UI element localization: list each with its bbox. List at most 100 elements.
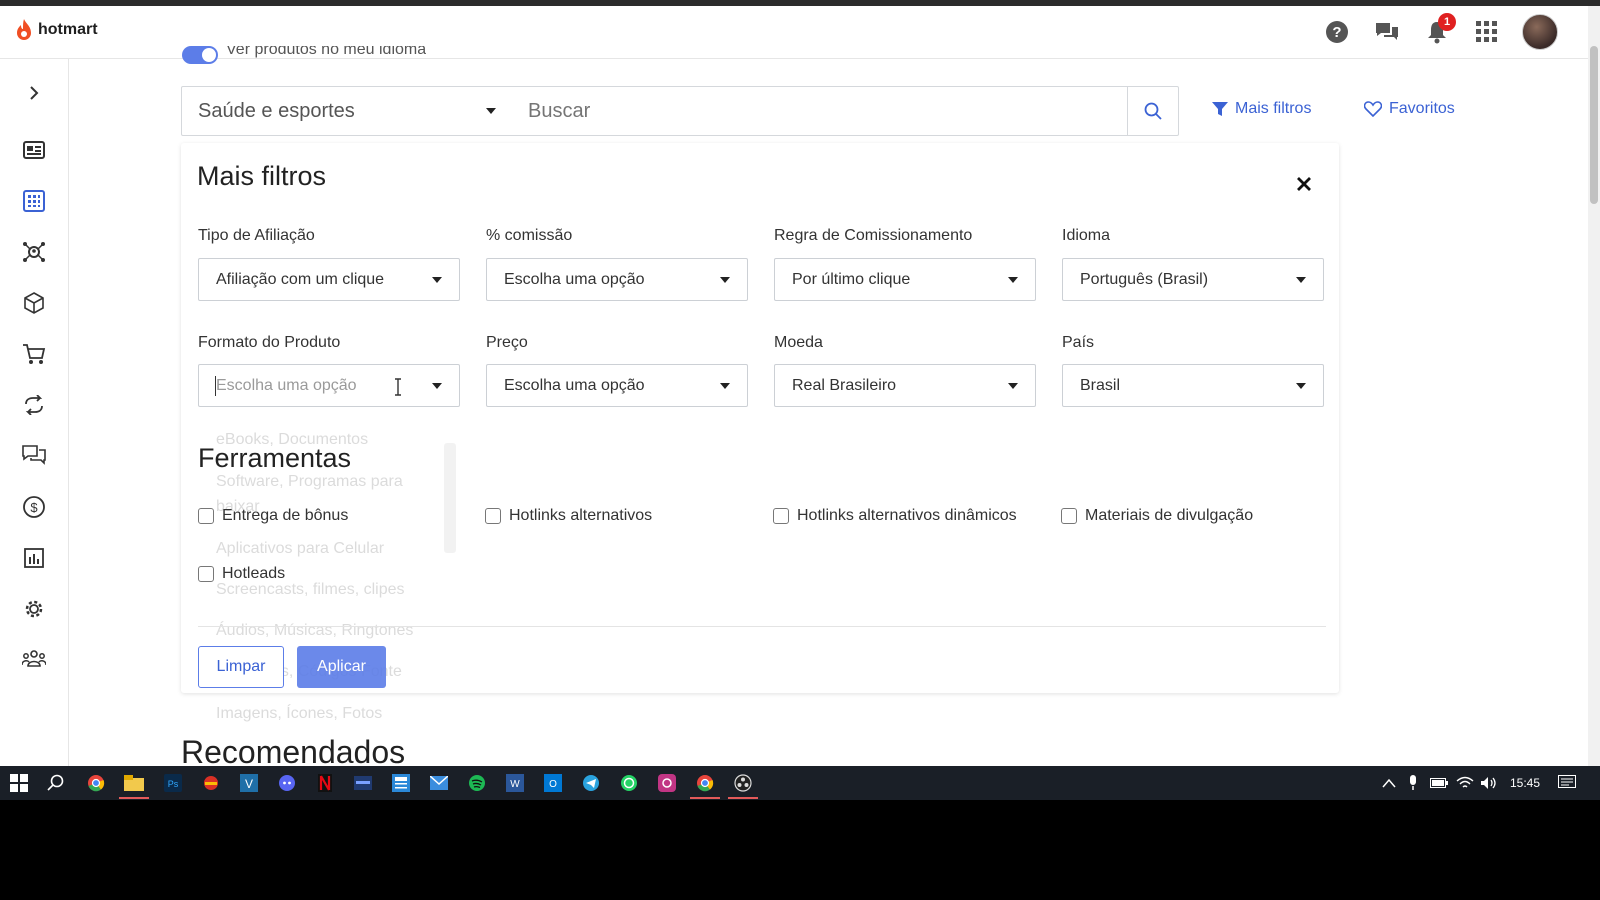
checkbox-label: Materiais de divulgação	[1085, 507, 1254, 524]
hotmart-logo[interactable]: hotmart	[14, 18, 98, 42]
volume-icon[interactable]	[1478, 772, 1500, 794]
shopping-cart-icon[interactable]	[20, 340, 48, 368]
chat-icon[interactable]	[1372, 16, 1402, 48]
tool-bonus-delivery[interactable]: Entrega de bônus	[198, 507, 348, 525]
obs-icon[interactable]	[732, 772, 754, 794]
reports-chart-icon[interactable]	[20, 544, 48, 572]
country-select[interactable]: Brasil	[1062, 364, 1324, 407]
products-box-icon[interactable]	[20, 289, 48, 317]
product-format-select[interactable]: Escolha uma opção	[198, 364, 460, 407]
calculator-icon[interactable]	[390, 772, 412, 794]
favorites-label: Favoritos	[1389, 100, 1455, 117]
svg-text:?: ?	[1332, 24, 1341, 41]
help-icon[interactable]: ?	[1322, 16, 1352, 48]
app-icon[interactable]	[352, 772, 374, 794]
checkbox-label: Hotlinks alternativos	[509, 507, 653, 524]
tool-promo-materials[interactable]: Materiais de divulgação	[1061, 507, 1253, 525]
team-users-icon[interactable]	[20, 645, 48, 673]
tool-alt-hotlinks[interactable]: Hotlinks alternativos	[485, 507, 652, 525]
notifications-bell-icon[interactable]: 1	[1422, 13, 1456, 48]
field-label-product-format: Formato do Produto	[198, 334, 341, 351]
instagram-icon[interactable]	[656, 772, 678, 794]
user-avatar[interactable]	[1522, 14, 1558, 50]
subscriptions-cycle-icon[interactable]	[20, 391, 48, 419]
tool-hotleads[interactable]: Hotleads	[198, 565, 285, 583]
currency-select[interactable]: Real Brasileiro	[774, 364, 1036, 407]
app-icon[interactable]	[200, 772, 222, 794]
search-input[interactable]	[512, 87, 1127, 135]
field-label-commission: % comissão	[486, 227, 573, 244]
checkbox[interactable]	[1061, 508, 1077, 524]
favorites-link[interactable]: Favoritos	[1364, 100, 1455, 118]
filter-funnel-icon	[1212, 102, 1228, 116]
search-button[interactable]	[1127, 87, 1178, 135]
page-scrollbar[interactable]	[1588, 6, 1600, 766]
notifications-center-icon[interactable]	[1556, 772, 1578, 794]
field-label-country: País	[1062, 334, 1095, 351]
messages-icon[interactable]	[20, 442, 48, 470]
expand-sidebar-chevron-icon[interactable]	[20, 79, 48, 107]
dashboard-icon[interactable]	[20, 136, 48, 164]
svg-text:Ps: Ps	[168, 779, 179, 789]
clock-time[interactable]: 15:45	[1510, 776, 1540, 790]
price-select[interactable]: Escolha uma opção	[486, 364, 748, 407]
app-v-icon[interactable]: V	[238, 772, 260, 794]
checkbox[interactable]	[198, 566, 214, 582]
checkbox[interactable]	[198, 508, 214, 524]
whatsapp-icon[interactable]	[618, 772, 640, 794]
panel-divider	[198, 626, 1326, 627]
category-select[interactable]: Saúde e esportes	[182, 87, 512, 135]
outlook-icon[interactable]: O	[542, 772, 564, 794]
wifi-icon[interactable]	[1454, 772, 1476, 794]
chrome-active-icon[interactable]	[694, 772, 716, 794]
commission-select[interactable]: Escolha uma opção	[486, 258, 748, 301]
svg-text:O: O	[549, 779, 557, 790]
netflix-icon[interactable]	[314, 772, 336, 794]
tool-dynamic-hotlinks[interactable]: Hotlinks alternativos dinâmicos	[773, 507, 1017, 525]
affiliation-type-select[interactable]: Afiliação com um clique	[198, 258, 460, 301]
settings-gear-icon[interactable]	[20, 595, 48, 623]
checkbox[interactable]	[773, 508, 789, 524]
more-filters-label: Mais filtros	[1235, 100, 1312, 117]
affiliates-network-icon[interactable]	[20, 238, 48, 266]
windows-start-icon[interactable]	[8, 772, 30, 794]
flame-icon	[17, 19, 31, 40]
category-select-value: Saúde e esportes	[198, 99, 355, 122]
dropdown-option[interactable]: Imagens, Ícones, Fotos	[216, 701, 431, 726]
telegram-icon[interactable]	[580, 772, 602, 794]
more-filters-link[interactable]: Mais filtros	[1212, 100, 1311, 118]
apps-grid-icon[interactable]	[1472, 16, 1502, 48]
commission-rule-select[interactable]: Por último clique	[774, 258, 1036, 301]
notification-badge: 1	[1438, 13, 1456, 31]
taskbar-search-icon[interactable]	[45, 772, 67, 794]
photoshop-icon[interactable]: Ps	[162, 772, 184, 794]
apply-button[interactable]: Aplicar	[297, 646, 386, 688]
language-select[interactable]: Português (Brasil)	[1062, 258, 1324, 301]
caret-down-icon	[432, 276, 442, 283]
page-scrollbar-thumb[interactable]	[1590, 46, 1598, 204]
microphone-icon[interactable]	[1402, 772, 1424, 794]
file-explorer-icon[interactable]	[123, 772, 145, 794]
checkbox-label: Hotlinks alternativos dinâmicos	[797, 507, 1017, 524]
svg-text:V: V	[245, 777, 253, 791]
tray-chevron-up-icon[interactable]	[1378, 772, 1400, 794]
caret-down-icon	[432, 382, 442, 389]
word-icon[interactable]: W	[504, 772, 526, 794]
logo-text: hotmart	[38, 21, 98, 38]
chrome-icon[interactable]	[85, 772, 107, 794]
spotify-icon[interactable]	[466, 772, 488, 794]
language-toggle[interactable]	[182, 46, 218, 64]
discord-icon[interactable]	[276, 772, 298, 794]
checkbox[interactable]	[485, 508, 501, 524]
battery-icon[interactable]	[1428, 772, 1450, 794]
active-app-indicator	[690, 797, 720, 799]
caret-down-icon	[1296, 382, 1306, 389]
commission-rule-value: Por último clique	[792, 270, 911, 288]
marketplace-grid-icon[interactable]	[20, 187, 48, 215]
svg-text:$: $	[30, 500, 38, 515]
checkbox-label: Entrega de bônus	[222, 507, 349, 524]
clear-button[interactable]: Limpar	[198, 646, 284, 688]
close-icon[interactable]	[1293, 173, 1315, 195]
finance-dollar-icon[interactable]: $	[20, 493, 48, 521]
mail-icon[interactable]	[428, 772, 450, 794]
